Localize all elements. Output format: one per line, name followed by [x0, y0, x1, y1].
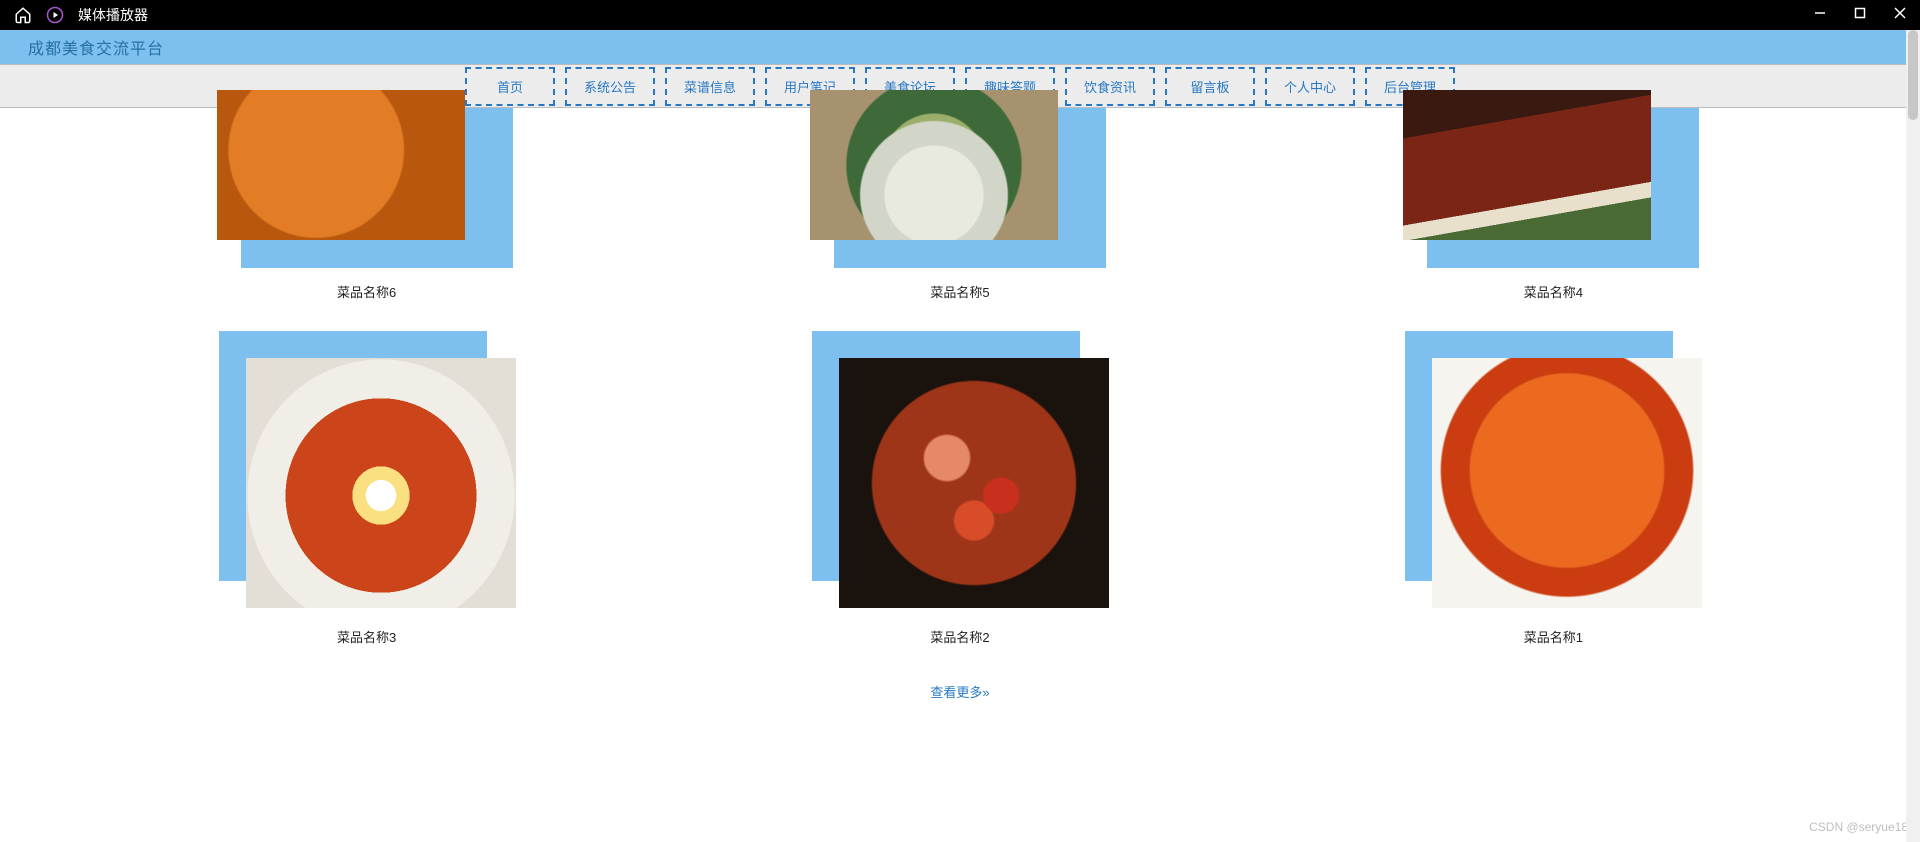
dish-image — [217, 90, 465, 240]
minimize-icon[interactable] — [1814, 6, 1826, 24]
dish-title: 菜品名称5 — [930, 282, 989, 301]
window-title: 媒体播放器 — [78, 5, 148, 25]
nav-announcements[interactable]: 系统公告 — [565, 67, 655, 106]
nav-guestbook[interactable]: 留言板 — [1165, 67, 1255, 106]
dish-card[interactable]: 菜品名称2 — [693, 331, 1226, 646]
dish-image — [1432, 358, 1702, 608]
dish-card[interactable]: 菜品名称4 — [1287, 108, 1820, 301]
nav-home[interactable]: 首页 — [465, 67, 555, 106]
window-titlebar: 媒体播放器 — [0, 0, 1920, 30]
dish-card[interactable]: 菜品名称3 — [100, 331, 633, 646]
home-icon[interactable] — [14, 6, 32, 24]
watermark-text: CSDN @seryue18 — [1809, 820, 1908, 834]
maximize-icon[interactable] — [1854, 6, 1866, 24]
dish-card[interactable]: 菜品名称5 — [693, 108, 1226, 301]
dish-image — [839, 358, 1109, 608]
close-icon[interactable] — [1894, 6, 1906, 24]
dish-title: 菜品名称6 — [337, 282, 396, 301]
nav-food-news[interactable]: 饮食资讯 — [1065, 67, 1155, 106]
media-player-icon[interactable] — [46, 6, 64, 24]
dish-image — [810, 90, 1058, 240]
dish-title: 菜品名称3 — [337, 627, 396, 646]
scrollbar-thumb[interactable] — [1908, 30, 1918, 120]
dish-image — [246, 358, 516, 608]
site-header: 成都美食交流平台 — [0, 30, 1920, 64]
dish-title: 菜品名称1 — [1524, 627, 1583, 646]
view-more-link[interactable]: 查看更多» — [100, 682, 1820, 701]
dish-image — [1403, 90, 1651, 240]
nav-recipes[interactable]: 菜谱信息 — [665, 67, 755, 106]
vertical-scrollbar[interactable] — [1906, 30, 1920, 842]
main-content: 菜品名称6 菜品名称5 菜品名称4 菜品名称3 — [0, 108, 1920, 721]
chevron-double-right-icon: » — [982, 685, 989, 700]
nav-profile[interactable]: 个人中心 — [1265, 67, 1355, 106]
view-more-label: 查看更多 — [930, 685, 982, 700]
dish-title: 菜品名称4 — [1524, 282, 1583, 301]
dish-card[interactable]: 菜品名称1 — [1287, 331, 1820, 646]
window-controls — [1814, 6, 1906, 24]
dish-title: 菜品名称2 — [930, 627, 989, 646]
site-title: 成都美食交流平台 — [28, 35, 164, 59]
dish-card[interactable]: 菜品名称6 — [100, 108, 633, 301]
